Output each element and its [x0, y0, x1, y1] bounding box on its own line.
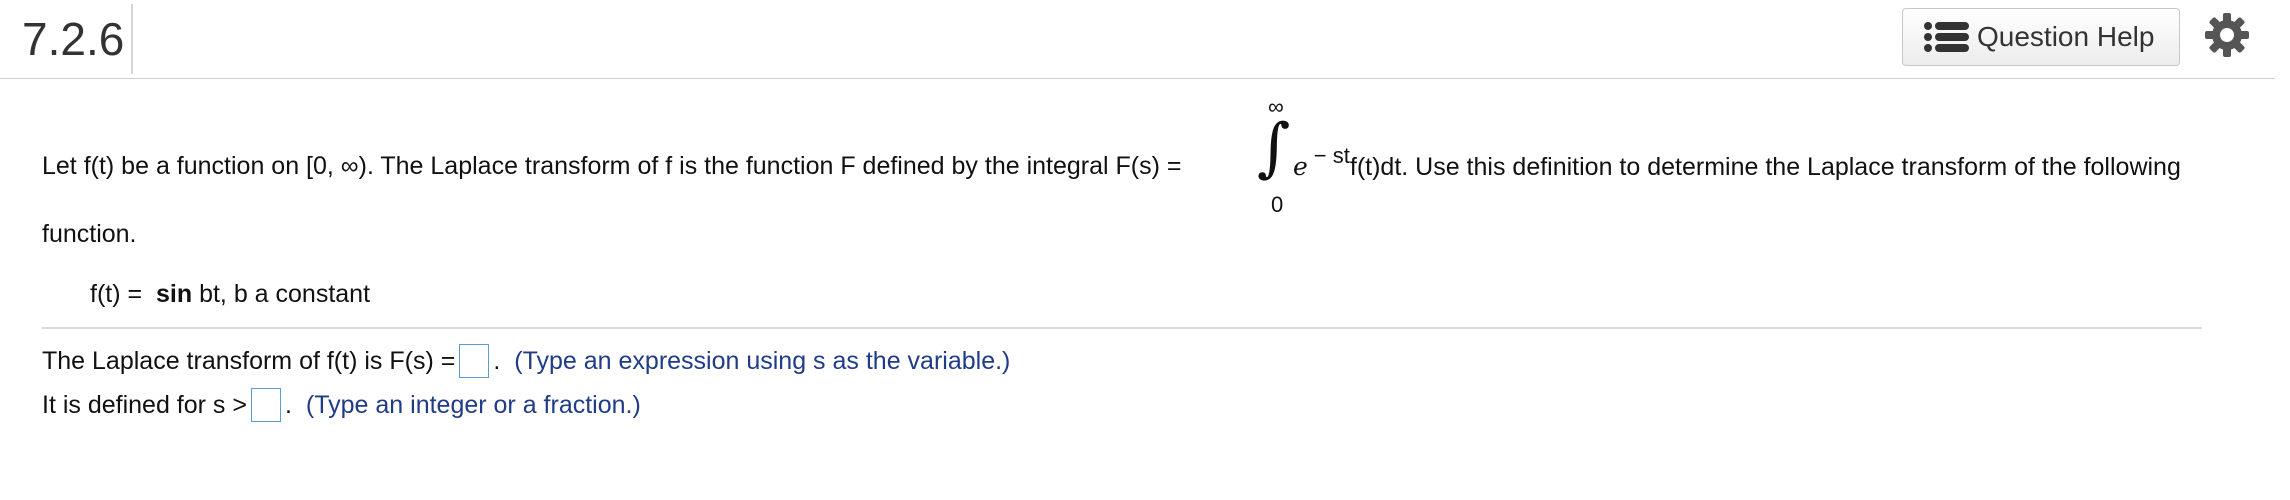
question-help-label: Question Help [1977, 21, 2155, 52]
integrand-exponent: − st [1313, 143, 1350, 168]
answer-line-transform: The Laplace transform of f(t) is F(s) = … [42, 344, 1010, 378]
function-definition: f(t) = sin bt, b a constant [90, 280, 370, 309]
function-suffix: bt, b a constant [199, 280, 371, 308]
problem-intro: Let f(t) be a function on [0, ∞). The La… [42, 152, 1182, 180]
question-number: 7.2.6 [22, 13, 125, 65]
transform-answer-input[interactable] [459, 344, 490, 378]
answer-transform-period: . [493, 346, 501, 375]
domain-answer-input[interactable] [250, 388, 281, 422]
list-icon [1924, 22, 1969, 52]
question-header: 7.2.6 Question Help [0, 0, 2275, 79]
integrand-e: e [1293, 152, 1308, 181]
integral-expression: ∞ ∫ 0 [1257, 90, 1297, 240]
domain-answer-hint: (Type an integer or a fraction.) [305, 390, 641, 419]
gear-icon[interactable] [2204, 12, 2250, 58]
function-prefix: f(t) = [90, 280, 143, 308]
transform-answer-hint: (Type an expression using s as the varia… [514, 346, 1011, 375]
problem-continuation: function. [42, 220, 137, 248]
section-divider [42, 327, 2202, 329]
function-sin: sin [156, 280, 193, 308]
question-help-button[interactable]: Question Help [1902, 8, 2180, 66]
integral-sign: ∫ [1257, 111, 1291, 185]
answer-domain-period: . [284, 390, 292, 419]
integrand: e − stf(t)dt. Use this definition to dete… [1293, 143, 2181, 182]
answer-line-domain: It is defined for s > . (Type an integer… [42, 388, 641, 422]
integral-lower-limit: 0 [1271, 192, 1284, 217]
answer-transform-label: The Laplace transform of f(t) is F(s) = [42, 346, 456, 375]
answer-domain-label: It is defined for s > [42, 390, 247, 419]
problem-intro-continued: f(t)dt. Use this definition to determine… [1349, 153, 2181, 181]
header-divider [131, 4, 133, 74]
